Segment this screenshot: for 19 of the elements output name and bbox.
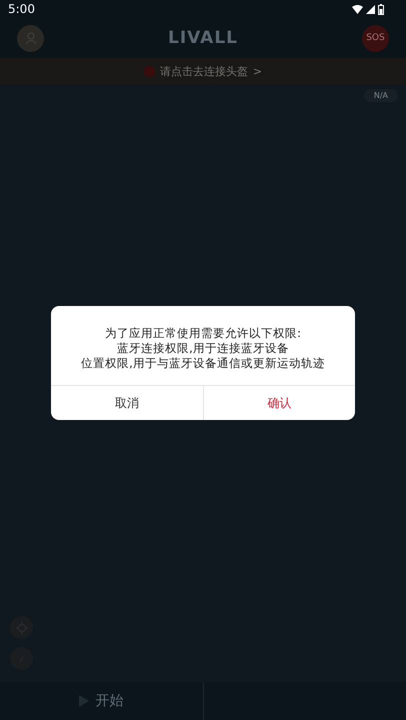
locate-button[interactable] — [10, 616, 33, 639]
chevron-icon: > — [252, 65, 262, 78]
confirm-button[interactable]: 确认 — [204, 386, 355, 420]
app-logo: LIVALL — [168, 28, 238, 48]
profile-button[interactable] — [17, 24, 44, 52]
sos-button[interactable]: SOS — [362, 24, 389, 52]
dialog-message-line: 蓝牙连接权限,用于连接蓝牙设备 — [117, 341, 289, 356]
connect-banner[interactable]: 请点击去连接头盔 > — [0, 58, 406, 85]
cancel-button[interactable]: 取消 — [51, 386, 204, 420]
start-button[interactable]: 开始 — [73, 691, 130, 711]
status-time: 5:00 — [8, 2, 35, 16]
battery-icon — [378, 4, 384, 14]
status-badge: N/A — [364, 89, 398, 102]
banner-text: 请点击去连接头盔 — [160, 64, 248, 79]
warning-dot-icon — [144, 66, 155, 77]
dialog-message-line: 为了应用正常使用需要允许以下权限: — [105, 326, 301, 341]
wifi-icon — [352, 4, 363, 14]
signal-icon — [366, 4, 375, 14]
dialog-message-line: 位置权限,用于与蓝牙设备通信或更新运动轨迹 — [81, 356, 325, 371]
